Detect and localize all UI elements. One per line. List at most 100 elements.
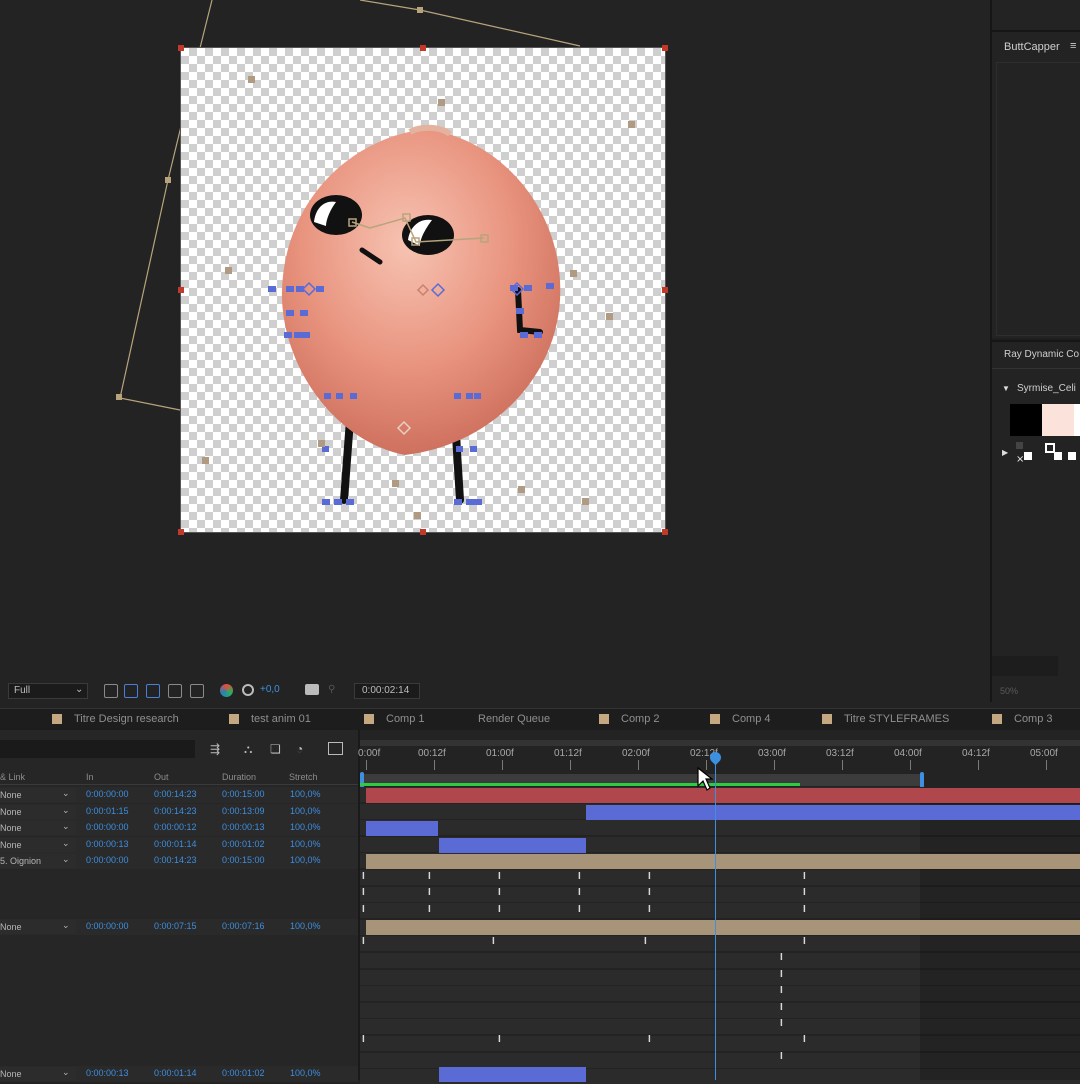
transform-handle-t[interactable]: [420, 45, 426, 51]
onion-character[interactable]: [0, 0, 922, 702]
keyframe-marker[interactable]: I: [648, 871, 651, 882]
expand-triangle-icon[interactable]: ▼: [1002, 384, 1010, 393]
transform-handle-tl[interactable]: [178, 45, 184, 51]
tab-6[interactable]: Comp 4: [732, 713, 771, 725]
palette-name: Syrmise_Celi: [1017, 383, 1076, 394]
transform-handle-tr[interactable]: [662, 45, 668, 51]
viewer-toolbar: Full ⌄ +0,0 ⚲ 0:00:02:14: [0, 680, 922, 702]
tab-color-swatch: [364, 714, 374, 724]
keyframe-marker[interactable]: I: [362, 904, 365, 915]
tab-7[interactable]: Titre STYLEFRAMES: [844, 713, 949, 725]
tab-color-swatch: [992, 714, 1002, 724]
show-snapshot-icon[interactable]: ⚲: [328, 684, 340, 696]
panel-title: Ray Dynamic Co: [1004, 349, 1080, 360]
keyframe-marker[interactable]: I: [648, 887, 651, 898]
transparency-grid-icon[interactable]: [124, 684, 138, 698]
layer-bar[interactable]: [366, 821, 438, 836]
keyframe-marker[interactable]: I: [780, 985, 783, 996]
keyframe-marker[interactable]: I: [578, 904, 581, 915]
keyframe-marker[interactable]: I: [362, 887, 365, 898]
keyframe-marker[interactable]: I: [803, 904, 806, 915]
transform-handle-l[interactable]: [178, 287, 184, 293]
swatch-pink[interactable]: [1042, 404, 1074, 436]
keyframe-marker[interactable]: I: [362, 871, 365, 882]
right-panels: ButtCapper ≡ Ray Dynamic Co ▼ Syrmise_Ce…: [922, 0, 1080, 704]
keyframe-marker[interactable]: I: [780, 1018, 783, 1029]
keyframe-marker[interactable]: I: [803, 936, 806, 947]
exposure-reset-icon[interactable]: [242, 684, 254, 696]
layer-bar[interactable]: [439, 838, 586, 853]
keyframe-marker[interactable]: I: [648, 1034, 651, 1045]
grid-guides-icon[interactable]: [190, 684, 204, 698]
keyframe-marker[interactable]: I: [498, 871, 501, 882]
keyframe-marker[interactable]: I: [362, 1034, 365, 1045]
keyframe-marker[interactable]: I: [644, 936, 647, 947]
keyframe-marker[interactable]: I: [780, 1002, 783, 1013]
keyframe-marker[interactable]: I: [780, 1051, 783, 1062]
layer-bar[interactable]: [366, 788, 1080, 803]
keyframe-marker[interactable]: I: [428, 904, 431, 915]
tab-color-swatch: [710, 714, 720, 724]
zoom-hint: 50%: [1000, 686, 1019, 696]
keyframe-marker[interactable]: I: [780, 969, 783, 980]
keyframe-marker[interactable]: I: [803, 871, 806, 882]
divider: [992, 368, 1080, 369]
keyframe-marker[interactable]: I: [648, 904, 651, 915]
transform-handle-bl[interactable]: [178, 529, 184, 535]
safe-margins-icon[interactable]: [168, 684, 182, 698]
keyframe-marker[interactable]: I: [578, 887, 581, 898]
buttcapper-panel: ButtCapper ≡: [992, 32, 1080, 338]
timeline-panel: ⇶ ⛬ ❏ ◔ & Link In Out Duration Stretch N…: [0, 730, 1080, 1084]
layer-bar[interactable]: [366, 920, 1080, 935]
play-triangle-icon[interactable]: ▶: [1002, 448, 1008, 457]
keyframe-marker[interactable]: I: [803, 1034, 806, 1045]
keyframe-marker[interactable]: I: [803, 887, 806, 898]
panel-gutter: [922, 0, 992, 702]
mask-visibility-icon[interactable]: [146, 684, 160, 698]
transform-handle-br[interactable]: [662, 529, 668, 535]
tab-1[interactable]: Titre Design research: [74, 713, 179, 725]
region-of-interest-icon[interactable]: [104, 684, 118, 698]
snapshot-camera-icon[interactable]: [305, 684, 319, 695]
composition-viewer[interactable]: [0, 0, 922, 702]
svg-text:×: ×: [1016, 454, 1024, 464]
tab-color-swatch: [52, 714, 62, 724]
mouse-cursor-icon: [697, 766, 714, 791]
transform-handle-b[interactable]: [420, 529, 426, 535]
resolution-select[interactable]: Full ⌄: [8, 683, 88, 699]
tab-color-swatch: [599, 714, 609, 724]
keyframe-marker[interactable]: I: [498, 887, 501, 898]
playhead-line: [715, 754, 716, 1080]
keyframe-marker[interactable]: I: [498, 1034, 501, 1045]
keyframe-marker[interactable]: I: [428, 871, 431, 882]
tab-2[interactable]: test anim 01: [251, 713, 311, 725]
panel-body: [996, 62, 1080, 336]
keyframe-marker[interactable]: I: [578, 871, 581, 882]
keyframe-marker[interactable]: I: [492, 936, 495, 947]
transform-handle-r[interactable]: [662, 287, 668, 293]
tab-color-swatch: [229, 714, 239, 724]
keyframe-marker[interactable]: I: [498, 904, 501, 915]
swap-colors-icon[interactable]: ×: [1016, 440, 1076, 464]
current-timecode: 0:00:02:14: [362, 685, 410, 696]
ray-dynamic-color-panel: Ray Dynamic Co ▼ Syrmise_Celi ▶ × 50%: [992, 340, 1080, 704]
composition-tabs: Titre Design research test anim 01 Comp 1 R…: [0, 708, 1080, 731]
panel-menu-icon[interactable]: ≡: [1070, 40, 1076, 52]
layer-bar[interactable]: [366, 854, 1080, 869]
swatch-white[interactable]: [1074, 404, 1080, 436]
tab-3[interactable]: Comp 1: [386, 713, 425, 725]
chevron-down-icon: ⌄: [75, 684, 84, 695]
layer-tracks: IIIIIIIIIIIIIIIIIIIIIIIIIIIIIIII: [0, 730, 1080, 1084]
swatch-black[interactable]: [1010, 404, 1042, 436]
exposure-value[interactable]: +0,0: [260, 684, 280, 695]
keyframe-marker[interactable]: I: [428, 887, 431, 898]
tab-5[interactable]: Comp 2: [621, 713, 660, 725]
color-channel-icon[interactable]: [220, 684, 233, 697]
layer-bar[interactable]: [586, 805, 1080, 820]
current-time-display[interactable]: 0:00:02:14: [354, 683, 420, 699]
tab-8[interactable]: Comp 3: [1014, 713, 1053, 725]
tab-4[interactable]: Render Queue: [478, 713, 550, 725]
panel-footer: [992, 656, 1058, 676]
keyframe-marker[interactable]: I: [362, 936, 365, 947]
keyframe-marker[interactable]: I: [780, 952, 783, 963]
